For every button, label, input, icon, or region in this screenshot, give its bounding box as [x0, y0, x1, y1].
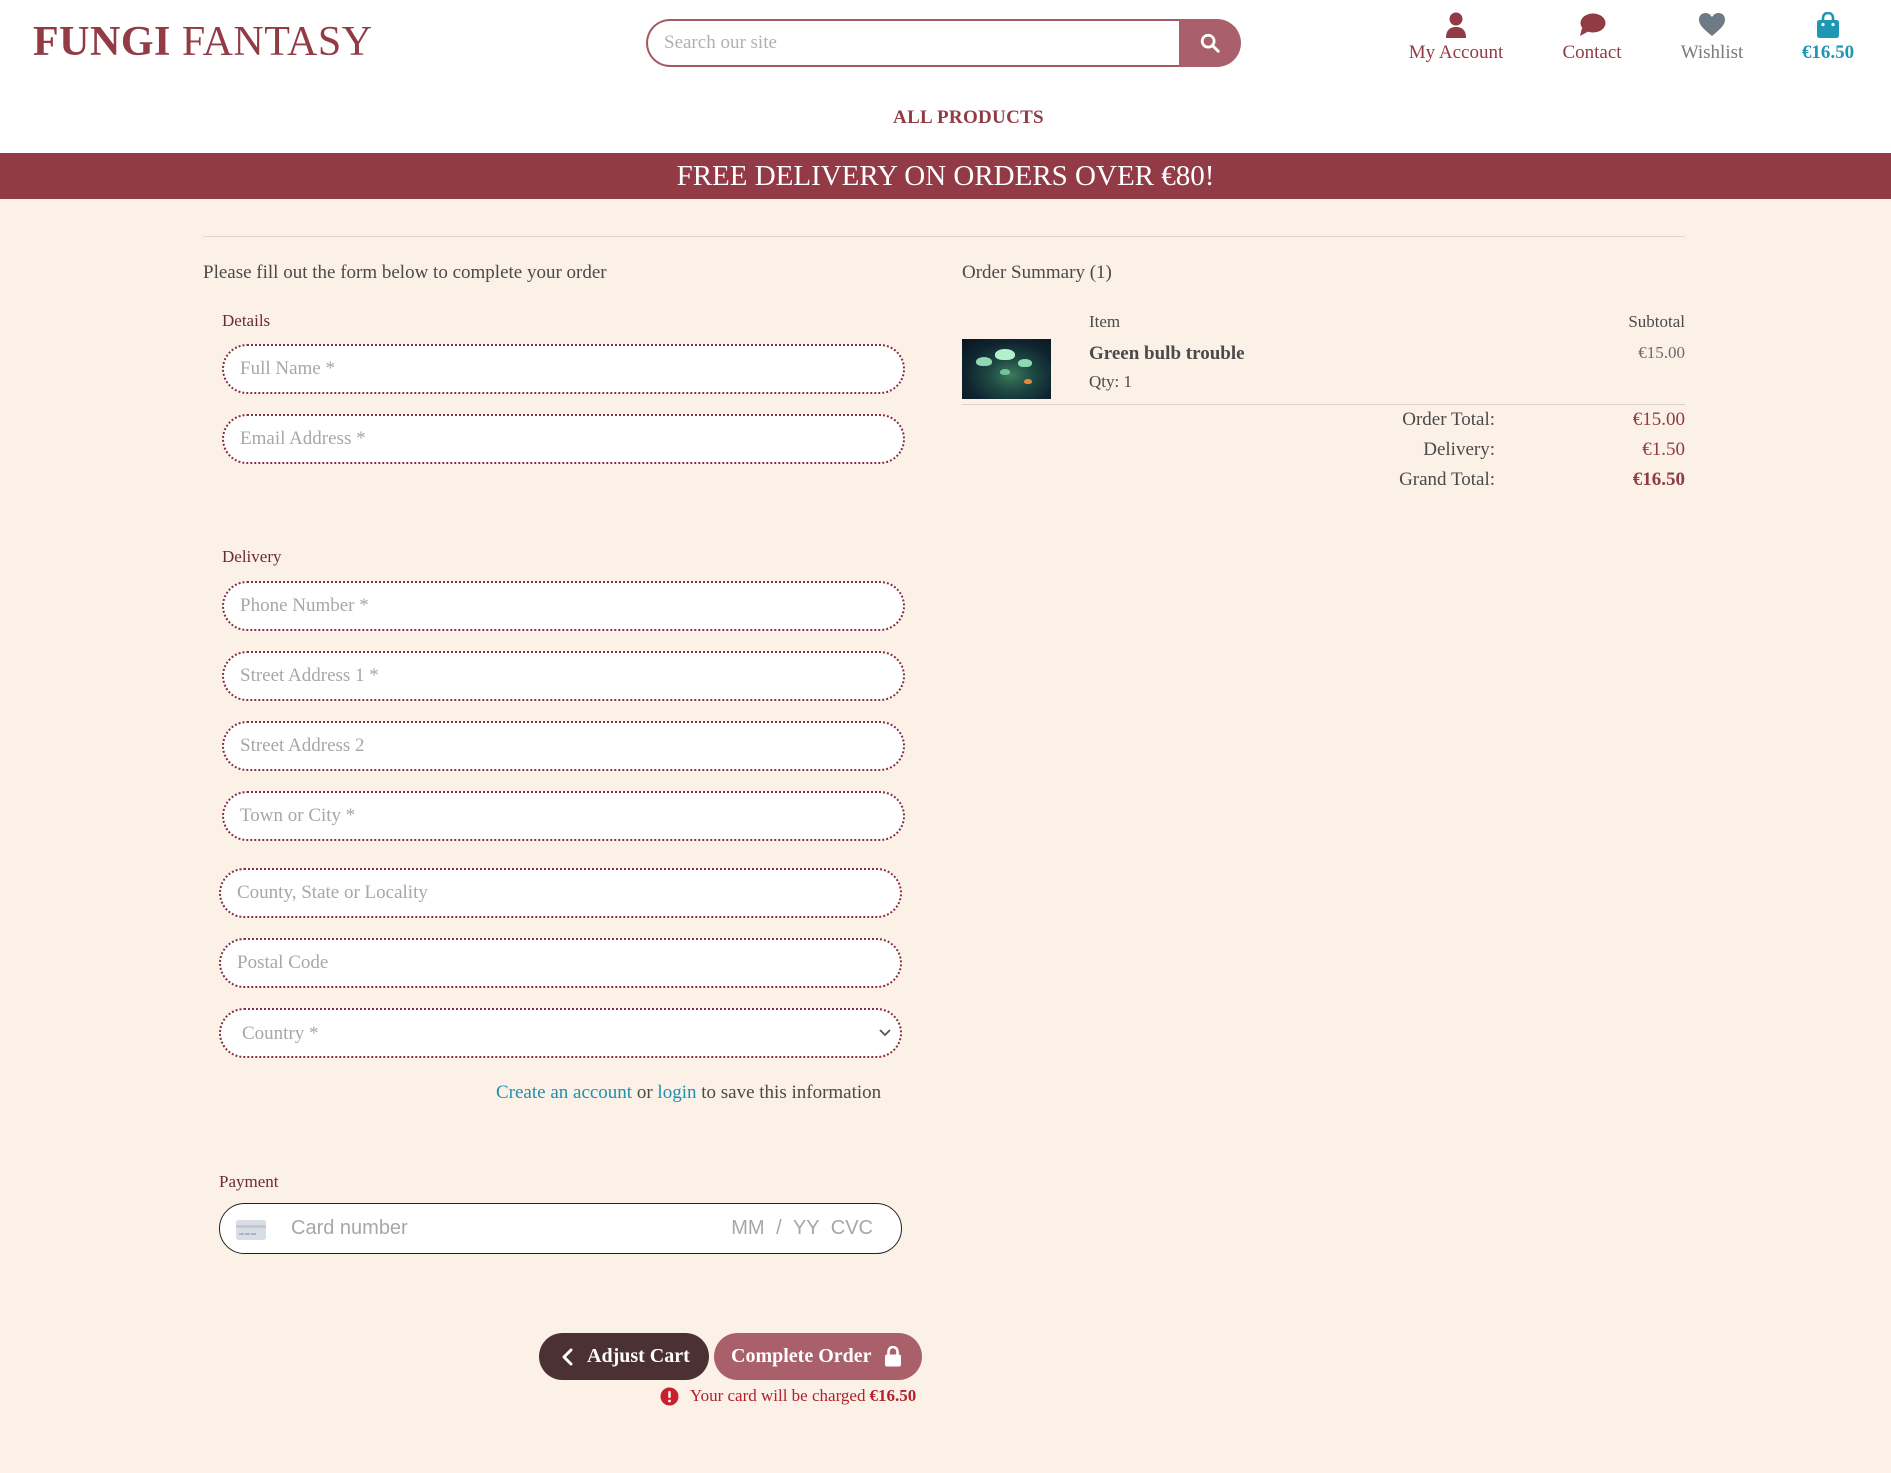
product-thumbnail[interactable]: [962, 339, 1051, 399]
details-section-label: Details: [222, 311, 271, 330]
order-total-label: Order Total:: [1402, 409, 1495, 430]
login-link[interactable]: login: [657, 1082, 696, 1103]
summary-item-name[interactable]: Green bulb trouble: [1089, 343, 1245, 365]
free-delivery-banner: FREE DELIVERY ON ORDERS OVER €80!: [0, 153, 1891, 199]
full-name-input[interactable]: [222, 344, 905, 394]
user-icon: [1446, 12, 1466, 38]
save-info-suffix: to save this information: [701, 1082, 882, 1103]
logo-bold-text: FUNGI: [33, 19, 171, 65]
email-input[interactable]: [222, 414, 905, 464]
nav-contact-label: Contact: [1562, 42, 1622, 63]
lock-icon: [884, 1346, 901, 1367]
nav-wishlist[interactable]: Wishlist: [1672, 12, 1752, 64]
nav-my-account[interactable]: My Account: [1400, 12, 1512, 64]
complete-order-label: Complete Order: [731, 1345, 872, 1367]
nav-my-account-label: My Account: [1408, 42, 1504, 63]
charge-notice-text: Your card will be charged: [690, 1386, 866, 1405]
delivery-value: €1.50: [1642, 439, 1685, 460]
alert-circle-icon: [660, 1387, 679, 1405]
adjust-cart-button[interactable]: Adjust Cart: [539, 1333, 709, 1380]
grand-total-label: Grand Total:: [1399, 469, 1495, 490]
search-bar: [646, 19, 1241, 67]
payment-section-label: Payment: [219, 1172, 279, 1191]
summary-divider: [962, 404, 1685, 405]
nav-contact[interactable]: Contact: [1552, 12, 1632, 64]
create-account-link[interactable]: Create an account: [496, 1082, 632, 1103]
form-intro: Please fill out the form below to comple…: [203, 262, 607, 283]
chevron-left-icon: [562, 1348, 573, 1365]
nav-all-products: ALL PRODUCTS: [0, 107, 1891, 129]
site-logo[interactable]: FUNGI FANTASY: [33, 18, 373, 66]
summary-item-qty: Qty: 1: [1089, 372, 1132, 391]
postal-code-input[interactable]: [219, 938, 902, 988]
street-address-1-input[interactable]: [222, 651, 905, 701]
card-input[interactable]: Card number MM / YY CVC: [219, 1203, 902, 1254]
nav-all-products-link[interactable]: ALL PRODUCTS: [893, 107, 1044, 128]
order-summary-title: Order Summary (1): [962, 262, 1112, 283]
county-input[interactable]: [219, 868, 902, 918]
credit-card-icon: [236, 1220, 266, 1240]
nav-wishlist-label: Wishlist: [1680, 42, 1744, 63]
shopping-bag-icon: [1817, 12, 1839, 38]
charge-notice-amount: €16.50: [869, 1386, 917, 1405]
country-select-value: Country *: [242, 1023, 319, 1044]
delivery-label: Delivery:: [1423, 439, 1495, 460]
order-total-value: €15.00: [1632, 409, 1685, 430]
town-city-input[interactable]: [222, 791, 905, 841]
search-icon: [1200, 33, 1220, 53]
phone-input[interactable]: [222, 581, 905, 631]
street-address-2-input[interactable]: [222, 721, 905, 771]
chat-bubble-icon: [1580, 13, 1606, 36]
adjust-cart-label: Adjust Cart: [587, 1345, 690, 1367]
divider: [203, 236, 1685, 237]
logo-rest-text: FANTASY: [181, 19, 373, 65]
card-number-placeholder: Card number: [291, 1217, 408, 1239]
delivery-section-label: Delivery: [222, 547, 282, 566]
summary-item-subtotal: €15.00: [1638, 343, 1685, 362]
nav-cart[interactable]: €16.50: [1790, 12, 1866, 64]
nav-cart-total: €16.50: [1801, 42, 1855, 63]
heart-icon: [1699, 13, 1725, 36]
charge-notice: Your card will be charged €16.50: [660, 1386, 916, 1406]
card-expiry-cvc-placeholder: MM / YY CVC: [731, 1217, 873, 1239]
grand-total-value: €16.50: [1632, 469, 1685, 490]
country-select[interactable]: Country *: [219, 1008, 902, 1058]
summary-col-item: Item: [1089, 312, 1121, 331]
site-header: FUNGI FANTASY My Account Contact Wishlis…: [0, 0, 1891, 153]
save-info-line: Create an account or login to save this …: [496, 1082, 881, 1104]
search-button[interactable]: [1179, 19, 1241, 67]
search-input[interactable]: [646, 19, 1181, 67]
save-info-or: or: [636, 1082, 653, 1103]
summary-col-subtotal: Subtotal: [1628, 312, 1685, 331]
chevron-down-icon: [879, 1029, 891, 1037]
complete-order-button[interactable]: Complete Order: [714, 1333, 922, 1380]
